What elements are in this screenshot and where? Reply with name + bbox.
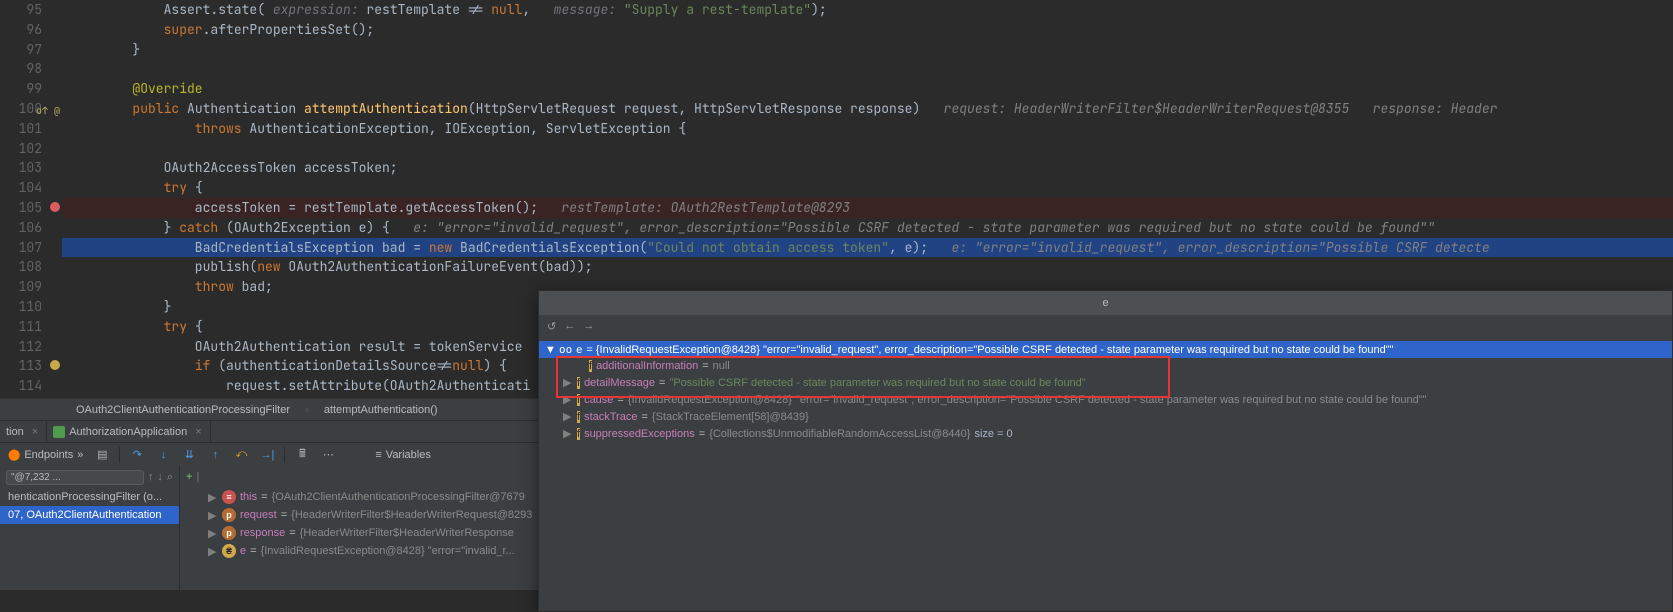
line-number: 105 [6, 198, 62, 218]
line-number: 109 [6, 277, 62, 297]
line-number: 95 [6, 0, 62, 20]
line-number: 102 [6, 139, 62, 159]
line-number: 114 [6, 376, 62, 396]
field-stackTrace[interactable]: ▶f stackTrace = {StackTraceElement[58]@8… [539, 408, 1672, 425]
line-number: 115 [6, 396, 62, 398]
step-out-icon[interactable]: ↑ [204, 445, 226, 465]
field-cause[interactable]: ▶f cause = {InvalidRequestException@8428… [539, 391, 1672, 408]
line-number: 111 [6, 317, 62, 337]
line-number: 98 [6, 59, 62, 79]
tab-authorization-application[interactable]: AuthorizationApplication× [47, 421, 210, 443]
expand-icon: ▶ [563, 376, 573, 389]
forward-icon[interactable]: → [583, 320, 594, 332]
drop-frame-icon[interactable]: ⤺ [230, 445, 252, 465]
line-number: 113 [6, 356, 62, 376]
line-number: 106 [6, 218, 62, 238]
variables-label: ≡ Variables [375, 449, 430, 461]
hint-icon[interactable] [50, 360, 60, 370]
expand-icon: ▶ [563, 427, 573, 440]
evaluate-icon[interactable]: 🖩 [291, 445, 313, 465]
line-number: 108 [6, 257, 62, 277]
next-frame-icon[interactable]: ↓ [157, 471, 163, 483]
line-number: 112 [6, 337, 62, 357]
prev-frame-icon[interactable]: ↑ [148, 471, 154, 483]
close-icon[interactable]: × [32, 426, 38, 438]
line-number: 107 [6, 238, 62, 258]
run-to-cursor-icon[interactable]: →| [256, 445, 278, 465]
more-icon[interactable]: ⋯ [317, 445, 339, 465]
step-into-icon[interactable]: ↓ [152, 445, 174, 465]
back-icon[interactable]: ← [564, 320, 575, 332]
expand-icon: ▶ [208, 491, 218, 504]
field-additionalInformation[interactable]: f additionalInformation = null [539, 358, 1672, 374]
expand-icon: ▶ [208, 545, 218, 558]
step-over-icon[interactable]: ↷ [126, 445, 148, 465]
popup-root[interactable]: ▼oo e = {InvalidRequestException@8428} "… [539, 341, 1672, 358]
popup-title: e [539, 297, 1672, 309]
field-suppressedExceptions[interactable]: ▶f suppressedExceptions = {Collections$U… [539, 425, 1672, 442]
chevron-right-icon: » [77, 449, 83, 461]
line-number: 97 [6, 40, 62, 60]
line-number: 99 [6, 79, 62, 99]
filter-icon[interactable]: ⌕ [167, 471, 173, 484]
line-number: 96 [6, 20, 62, 40]
collapse-icon: ▼ [545, 344, 555, 356]
line-number: 104 [6, 178, 62, 198]
line-number: 110 [6, 297, 62, 317]
breadcrumb-method[interactable]: attemptAuthentication() [318, 404, 444, 416]
add-watch-icon[interactable]: + [186, 471, 192, 483]
popup-tree[interactable]: ▼oo e = {InvalidRequestException@8428} "… [539, 337, 1672, 446]
expand-icon: ▶ [208, 527, 218, 540]
force-step-into-icon[interactable]: ⇊ [178, 445, 200, 465]
breakpoint-icon[interactable] [50, 202, 60, 212]
history-icon[interactable]: ↺ [547, 320, 556, 333]
expand-icon: ▶ [208, 509, 218, 522]
breadcrumb-class[interactable]: OAuth2ClientAuthenticationProcessingFilt… [70, 404, 296, 416]
evaluate-popup[interactable]: e ↺ ← → ▼oo e = {InvalidRequestException… [538, 290, 1673, 612]
spring-icon [53, 426, 65, 438]
field-detailMessage[interactable]: ▶f detailMessage = "Possible CSRF detect… [539, 374, 1672, 391]
stack-frame[interactable]: henticationProcessingFilter (o... [0, 488, 179, 506]
line-number: 103 [6, 158, 62, 178]
tab-tion[interactable]: tion× [0, 421, 47, 443]
thread-combo[interactable]: "@7,232 ... [6, 470, 144, 485]
expand-icon: ▶ [563, 410, 573, 423]
line-number: 100o↑ @ [6, 99, 62, 119]
endpoints-label[interactable]: ⬤Endpoints» [8, 448, 83, 461]
chevron-right-icon: › [299, 404, 315, 416]
stack-frame-selected[interactable]: 07, OAuth2ClientAuthentication [0, 506, 179, 524]
line-number: 101 [6, 119, 62, 139]
close-icon[interactable]: × [195, 426, 201, 438]
frames-panel[interactable]: "@7,232 ... ↑ ↓ ⌕ henticationProcessingF… [0, 466, 180, 590]
expand-icon: ▶ [563, 393, 573, 406]
popup-titlebar[interactable]: e [539, 291, 1672, 315]
console-icon[interactable]: ▤ [91, 445, 113, 465]
gutter: 95 96 97 98 99 100o↑ @ 101 102 103 104 1… [0, 0, 62, 398]
